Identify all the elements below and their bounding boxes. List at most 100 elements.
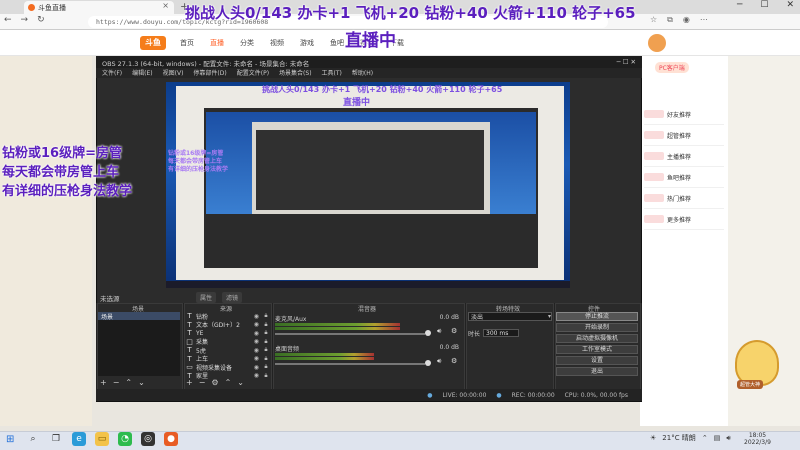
network-icon[interactable]: ▤ — [714, 434, 721, 442]
lock-icon[interactable]: 🔒︎ — [262, 312, 270, 320]
menu-edit[interactable]: 编辑(E) — [132, 68, 152, 78]
list-item[interactable]: 超管推荐 — [644, 125, 724, 146]
filters-button[interactable]: 滤镜 — [222, 292, 243, 303]
list-item[interactable]: 更多推荐 — [644, 209, 724, 230]
edge-icon[interactable]: e — [72, 432, 86, 446]
minimize-button[interactable]: ─ — [737, 0, 742, 10]
source-item[interactable]: ▭ 视频采集设备 ◉ 🔒︎ — [186, 363, 270, 372]
lock-icon[interactable]: 🔒︎ — [262, 321, 270, 329]
visibility-eye-icon[interactable]: ◉ — [254, 364, 259, 371]
back-button[interactable]: ← — [4, 15, 12, 25]
studio-mode-button[interactable]: 工作室模式 — [556, 345, 638, 354]
source-item[interactable]: T 5虎 ◉ 🔒︎ — [186, 346, 270, 355]
visibility-eye-icon[interactable]: ◉ — [254, 330, 259, 337]
favorite-star-icon[interactable]: ☆ — [650, 15, 657, 25]
lock-icon[interactable]: 🔒︎ — [262, 329, 270, 337]
move-up-icon[interactable]: ⌃ — [225, 378, 232, 387]
site-nav-game[interactable]: 游戏 — [300, 38, 314, 48]
browser-tab[interactable]: 斗鱼直播 × — [24, 1, 174, 14]
menu-scene-collection[interactable]: 场景集合(S) — [279, 68, 312, 78]
gear-icon[interactable]: ⚙ — [451, 327, 457, 335]
volume-icon[interactable]: 🔊︎ — [726, 434, 730, 443]
site-nav-fishbar[interactable]: 鱼吧 — [330, 38, 344, 48]
menu-view[interactable]: 视图(V) — [163, 68, 184, 78]
tab-close-icon[interactable]: × — [162, 1, 169, 10]
move-up-icon[interactable]: ⌃ — [125, 378, 132, 387]
more-menu-icon[interactable]: ⋯ — [700, 15, 708, 25]
start-recording-button[interactable]: 开始录制 — [556, 323, 638, 332]
wechat-icon[interactable]: ◔ — [118, 432, 132, 446]
volume-slider[interactable] — [275, 333, 425, 335]
speaker-icon[interactable]: 🔊︎ — [437, 327, 441, 336]
start-virtual-camera-button[interactable]: 启动虚拟摄像机 — [556, 334, 638, 343]
visibility-eye-icon[interactable]: ◉ — [254, 313, 259, 320]
remove-scene-icon[interactable]: − — [113, 378, 120, 387]
menu-docks[interactable]: 停靠部件(D) — [193, 68, 226, 78]
scene-item[interactable]: 场景 — [98, 312, 180, 321]
list-item[interactable]: 主播推荐 — [644, 146, 724, 167]
menu-file[interactable]: 文件(F) — [102, 68, 122, 78]
site-nav-video[interactable]: 视频 — [270, 38, 284, 48]
douyu-logo[interactable]: 斗鱼 — [140, 36, 166, 50]
stop-streaming-button[interactable]: 停止推流 — [556, 312, 638, 321]
pc-client-badge[interactable]: PC客户端 — [655, 62, 689, 73]
source-item[interactable]: □ 采集 ◉ 🔒︎ — [186, 338, 270, 347]
lock-icon[interactable]: 🔒︎ — [262, 346, 270, 354]
search-icon[interactable]: ⌕ — [26, 432, 40, 446]
speaker-icon[interactable]: 🔊︎ — [437, 357, 441, 366]
remove-source-icon[interactable]: − — [199, 378, 206, 387]
visibility-eye-icon[interactable]: ◉ — [254, 338, 259, 345]
task-view-icon[interactable]: ❐ — [49, 432, 63, 446]
weather-icon[interactable]: ☀ — [650, 434, 656, 442]
obs-icon[interactable]: ◎ — [141, 432, 155, 446]
menu-profile[interactable]: 配置文件(P) — [237, 68, 269, 78]
app-icon[interactable]: ● — [164, 432, 178, 446]
start-button[interactable]: ⊞ — [6, 434, 14, 445]
user-avatar[interactable] — [648, 34, 666, 52]
menu-help[interactable]: 帮助(H) — [352, 68, 373, 78]
site-nav-live[interactable]: 直播 — [210, 38, 224, 48]
lock-icon[interactable]: 🔒︎ — [262, 355, 270, 363]
add-source-icon[interactable]: + — [186, 378, 193, 387]
visibility-eye-icon[interactable]: ◉ — [254, 347, 259, 354]
volume-slider-knob[interactable] — [425, 360, 431, 366]
source-item[interactable]: T YE ◉ 🔒︎ — [186, 329, 270, 338]
forward-button[interactable]: → — [21, 15, 29, 25]
properties-button[interactable]: 属性 — [196, 292, 217, 303]
exit-button[interactable]: 退出 — [556, 367, 638, 376]
visibility-eye-icon[interactable]: ◉ — [254, 355, 259, 362]
collections-icon[interactable]: ⧉ — [667, 15, 673, 25]
lock-icon[interactable]: 🔒︎ — [262, 372, 270, 380]
source-settings-icon[interactable]: ⚙ — [211, 378, 218, 387]
gear-icon[interactable]: ⚙ — [451, 357, 457, 365]
volume-slider-knob[interactable] — [425, 330, 431, 336]
explorer-icon[interactable]: ▭ — [95, 432, 109, 446]
tray-chevron-icon[interactable]: ⌃ — [702, 434, 708, 442]
profile-icon[interactable]: ◉ — [683, 15, 690, 25]
visibility-eye-icon[interactable]: ◉ — [254, 321, 259, 328]
list-item[interactable]: 好友推荐 — [644, 104, 724, 125]
menu-tools[interactable]: 工具(T) — [322, 68, 342, 78]
weather-text[interactable]: 21°C 晴朗 — [662, 433, 696, 443]
lock-icon[interactable]: 🔒︎ — [262, 363, 270, 371]
move-down-icon[interactable]: ⌄ — [138, 378, 145, 387]
close-window-button[interactable]: ✕ — [786, 0, 794, 10]
list-item[interactable]: 鱼吧推荐 — [644, 167, 724, 188]
site-nav-category[interactable]: 分类 — [240, 38, 254, 48]
taskbar-clock[interactable]: 18:05 2022/3/9 — [744, 432, 771, 446]
settings-button[interactable]: 设置 — [556, 356, 638, 365]
refresh-button[interactable]: ↻ — [37, 15, 45, 25]
site-nav-home[interactable]: 首页 — [180, 38, 194, 48]
source-item[interactable]: T 文本（GDI+）2 ◉ 🔒︎ — [186, 321, 270, 330]
visibility-eye-icon[interactable]: ◉ — [254, 372, 259, 379]
add-scene-icon[interactable]: + — [100, 378, 107, 387]
list-item[interactable]: 热门推荐 — [644, 188, 724, 209]
source-item[interactable]: T 上车 ◉ 🔒︎ — [186, 355, 270, 364]
source-item[interactable]: T 钻粉 ◉ 🔒︎ — [186, 312, 270, 321]
transition-select[interactable]: 淡出 ▾ — [468, 312, 552, 321]
maximize-button[interactable]: ☐ — [760, 0, 768, 10]
move-down-icon[interactable]: ⌄ — [237, 378, 244, 387]
obs-window-controls[interactable]: ─ ☐ ✕ — [617, 58, 636, 66]
transition-duration-input[interactable]: 300 ms — [483, 328, 520, 337]
volume-slider[interactable] — [275, 363, 425, 365]
